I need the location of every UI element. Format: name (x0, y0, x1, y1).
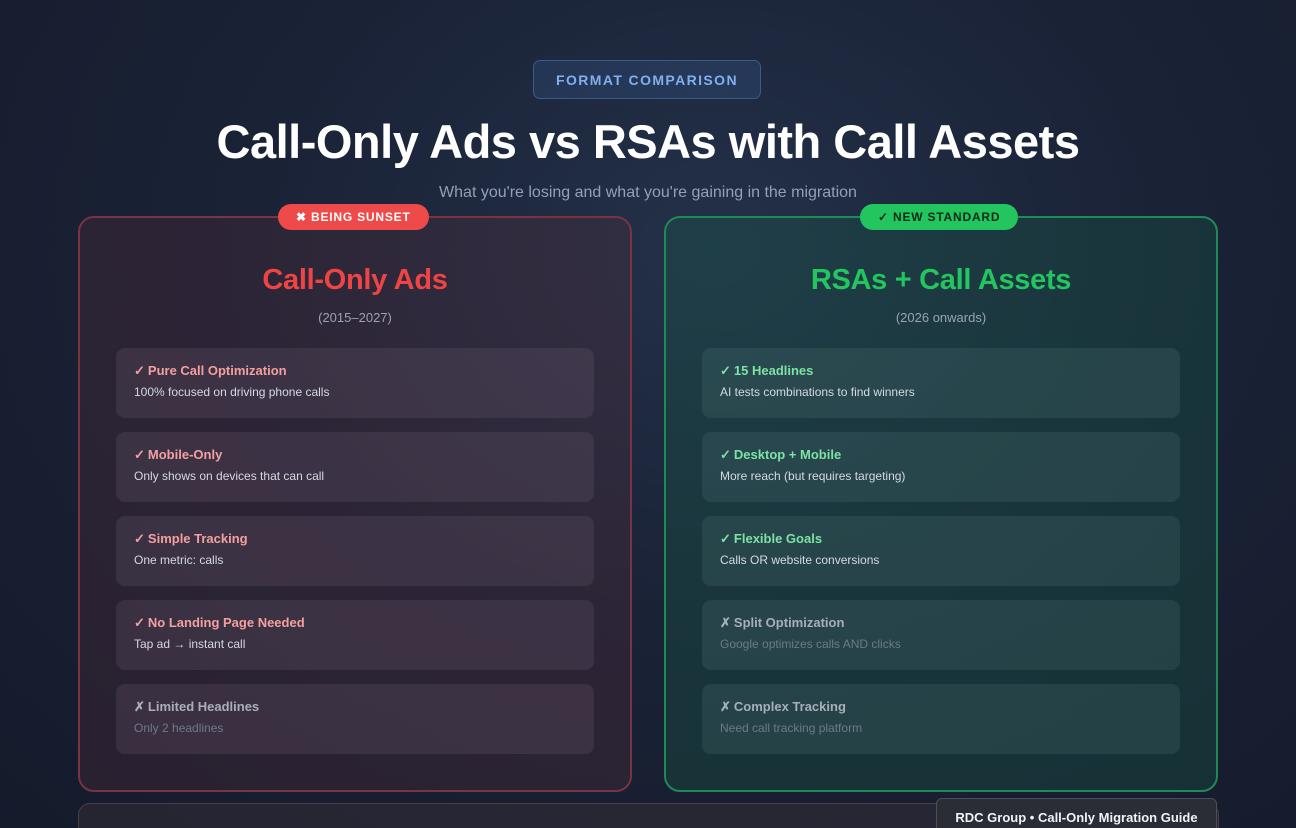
check-icon: ✓ (134, 447, 145, 462)
feature-item: ✗ Limited Headlines Only 2 headlines (116, 684, 594, 754)
feature-title: Desktop + Mobile (733, 447, 842, 462)
rsa-call-assets-card: ✓ NEW STANDARD RSAs + Call Assets (2026 … (664, 204, 1218, 792)
feature-title: Complex Tracking (733, 699, 846, 714)
check-icon: ✓ (134, 531, 145, 546)
feature-item: ✗ Split Optimization Google optimizes cal… (702, 600, 1180, 670)
feature-title: Split Optimization (733, 615, 845, 630)
feature-item: ✓ Mobile-Only Only shows on devices that … (116, 432, 594, 502)
feature-item: ✓ Flexible Goals Calls OR website convers… (702, 516, 1180, 586)
cross-icon: ✗ (720, 699, 731, 714)
check-icon: ✓ (134, 363, 145, 378)
feature-description: Google optimizes calls AND clicks (720, 637, 901, 651)
feature-description: AI tests combinations to find winners (720, 385, 915, 399)
feature-item: ✓ Simple Tracking One metric: calls (116, 516, 594, 586)
check-icon: ✓ (720, 363, 731, 378)
feature-title: Flexible Goals (733, 531, 823, 546)
feature-description: Calls OR website conversions (720, 553, 880, 567)
feature-item: ✓ 15 Headlines AI tests combinations to f… (702, 348, 1180, 418)
feature-item: ✗ Complex Tracking Need call tracking pla… (702, 684, 1180, 754)
check-icon: ✓ (134, 615, 145, 630)
feature-description: Only shows on devices that can call (134, 469, 325, 483)
card-years: (2015–2027) (318, 310, 392, 325)
feature-item: ✓ Pure Call Optimization 100% focused on … (116, 348, 594, 418)
new-standard-badge: ✓ NEW STANDARD (860, 204, 1019, 230)
feature-title: 15 Headlines (733, 363, 814, 378)
feature-description: 100% focused on driving phone calls (134, 385, 330, 399)
feature-title: Limited Headlines (147, 699, 260, 714)
format-comparison-label: FORMAT COMPARISON (533, 60, 761, 99)
feature-title: No Landing Page Needed (147, 615, 305, 630)
being-sunset-badge: ✖ BEING SUNSET (278, 204, 429, 230)
check-icon: ✓ (720, 447, 731, 462)
feature-description: More reach (but requires targeting) (720, 469, 906, 483)
card-years: (2026 onwards) (895, 310, 987, 325)
feature-title: Pure Call Optimization (147, 363, 287, 378)
check-icon: ✓ (720, 531, 731, 546)
feature-item: ✓ No Landing Page Needed Tap ad → instant… (116, 600, 594, 670)
feature-description: Tap ad → instant call (134, 637, 246, 651)
card-title: Call-Only Ads (262, 264, 448, 296)
feature-item: ✓ Desktop + Mobile More reach (but requir… (702, 432, 1180, 502)
cross-icon: ✗ (134, 699, 145, 714)
feature-list: ✓ 15 Headlines AI tests combinations to f… (702, 348, 1180, 768)
page-subtitle: What you're losing and what you're gaini… (439, 184, 857, 201)
feature-description: Need call tracking platform (720, 721, 863, 735)
feature-description: Only 2 headlines (134, 721, 224, 735)
footer-credit-badge: RDC Group • Call-Only Migration Guide (936, 798, 1217, 828)
feature-title: Simple Tracking (147, 531, 248, 546)
feature-description: One metric: calls (134, 553, 224, 567)
card-title: RSAs + Call Assets (810, 264, 1072, 296)
cross-icon: ✗ (720, 615, 731, 630)
page-title: Call-Only Ads vs RSAs with Call Assets (216, 115, 1080, 168)
call-only-ads-card: ✖ BEING SUNSET Call-Only Ads (2015–2027)… (78, 204, 632, 792)
feature-title: Mobile-Only (147, 447, 223, 462)
feature-list: ✓ Pure Call Optimization 100% focused on … (116, 348, 594, 768)
